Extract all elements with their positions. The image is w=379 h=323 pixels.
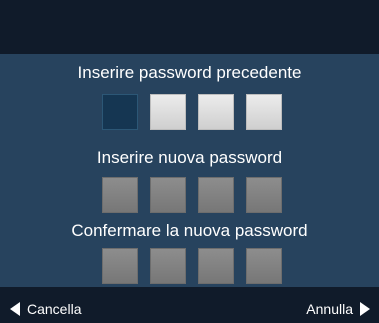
top-bar — [0, 0, 379, 54]
new-password-digit-4 — [246, 177, 282, 213]
password-change-screen: Inserire password precedente Inserire nu… — [0, 0, 379, 323]
cancel-button-label: Cancella — [27, 301, 82, 317]
confirm-password-digit-3 — [198, 248, 234, 284]
old-password-prompt: Inserire password precedente — [77, 63, 302, 82]
new-password-digit-3 — [198, 177, 234, 213]
confirm-password-digit-2 — [150, 248, 186, 284]
cancel-button[interactable]: Cancella — [10, 300, 81, 318]
right-arrow-icon — [360, 302, 370, 316]
left-arrow-icon — [10, 302, 20, 316]
confirm-password-pin-row — [102, 248, 282, 284]
old-password-digit-1[interactable] — [102, 94, 138, 130]
confirm-password-digit-1 — [102, 248, 138, 284]
old-password-digit-4[interactable] — [246, 94, 282, 130]
confirm-password-digit-4 — [246, 248, 282, 284]
new-password-pin-row — [102, 177, 282, 213]
old-password-digit-2[interactable] — [150, 94, 186, 130]
new-password-digit-2 — [150, 177, 186, 213]
new-password-digit-1 — [102, 177, 138, 213]
annul-button-label: Annulla — [306, 301, 353, 317]
new-password-prompt: Inserire nuova password — [96, 148, 283, 167]
annul-button[interactable]: Annulla — [306, 300, 370, 318]
old-password-digit-3[interactable] — [198, 94, 234, 130]
old-password-pin-row — [102, 94, 282, 130]
confirm-password-prompt: Confermare la nuova password — [71, 221, 308, 240]
